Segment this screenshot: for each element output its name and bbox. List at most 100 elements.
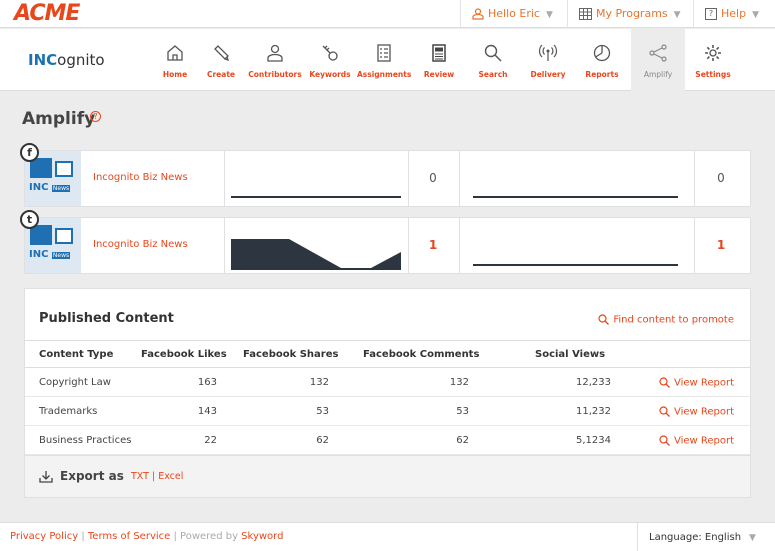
search-icon: [659, 406, 670, 417]
help-label: Help: [721, 7, 747, 20]
user-icon: [472, 8, 484, 20]
sparkline-2: [473, 264, 678, 266]
table-header: Content Type Facebook Likes Facebook Sha…: [25, 340, 750, 368]
nav-assignments-label: Assignments: [357, 70, 412, 79]
nav-create[interactable]: Create: [194, 29, 248, 91]
view-report-link[interactable]: View Report: [659, 406, 734, 418]
cell-comments: 132: [449, 377, 469, 388]
col-facebook-comments[interactable]: Facebook Comments: [363, 349, 479, 360]
col-social-views[interactable]: Social Views: [535, 349, 605, 360]
cell-shares: 62: [316, 435, 329, 446]
export-bar: Export as TXT | Excel: [25, 455, 750, 497]
thumb-label: INC News: [29, 249, 71, 260]
channel-name[interactable]: Incognito Biz News: [93, 172, 188, 183]
search-icon: [659, 377, 670, 388]
language-label: Language:: [649, 532, 702, 543]
view-report-label: View Report: [674, 435, 735, 447]
newspaper-icon: [55, 161, 73, 177]
view-report-link[interactable]: View Report: [659, 435, 734, 447]
sparkline-1: [231, 239, 401, 270]
brand-logo[interactable]: INCognito: [28, 51, 105, 69]
pie-chart-icon: [593, 44, 611, 62]
thumb-text: INC: [29, 249, 49, 260]
count-1: 0: [429, 171, 437, 185]
thumb-badge: News: [51, 185, 71, 192]
facebook-icon: f: [20, 143, 39, 162]
nav-create-label: Create: [206, 70, 236, 79]
terms-of-service-link[interactable]: Terms of Service: [88, 531, 170, 542]
nav-keywords[interactable]: Keywords: [303, 29, 357, 91]
cell-shares: 132: [309, 377, 329, 388]
view-report-label: View Report: [674, 406, 735, 418]
privacy-policy-link[interactable]: Privacy Policy: [10, 531, 78, 542]
nav-settings[interactable]: Settings: [686, 29, 740, 91]
main-nav: INCognito Home Create Contributors Keywo…: [0, 29, 775, 91]
help-menu[interactable]: ? Help ▼: [693, 0, 775, 28]
find-content-label: Find content to promote: [613, 314, 734, 326]
nav-keywords-label: Keywords: [309, 70, 351, 79]
export-txt-link[interactable]: TXT: [131, 471, 149, 482]
programs-menu[interactable]: My Programs ▼: [567, 0, 687, 28]
divider: [694, 151, 695, 206]
divider: [408, 151, 409, 206]
export-excel-link[interactable]: Excel: [158, 471, 183, 482]
nav-contributors[interactable]: Contributors: [248, 29, 302, 91]
cell-views: 12,233: [576, 377, 611, 388]
top-bar: ACME Hello Eric ▼ My Programs ▼ ? Help ▼: [0, 0, 775, 28]
col-content-type[interactable]: Content Type: [39, 349, 113, 360]
cell-type: Trademarks: [39, 406, 98, 417]
chevron-down-icon: ▼: [752, 10, 759, 20]
nav-reports-label: Reports: [585, 70, 619, 79]
divider: [459, 218, 460, 273]
export-separator: |: [151, 471, 156, 482]
footer: Privacy Policy | Terms of Service | Powe…: [0, 522, 775, 551]
powered-by-text: | Powered by: [170, 531, 242, 542]
nav-delivery[interactable]: Delivery: [521, 29, 575, 91]
find-content-link[interactable]: Find content to promote: [598, 314, 734, 326]
question-icon[interactable]: ?: [90, 111, 101, 122]
footer-links: Privacy Policy | Terms of Service | Powe…: [10, 531, 283, 542]
divider: [224, 218, 225, 273]
cell-likes: 143: [197, 406, 217, 417]
nav-contributors-label: Contributors: [248, 70, 302, 79]
channel-name[interactable]: Incognito Biz News: [93, 239, 188, 250]
table-row: Business Practices 22 62 62 5,1234 View …: [25, 426, 750, 455]
nav-settings-label: Settings: [695, 70, 731, 79]
pencil-icon: [214, 45, 230, 62]
thumb-badge: News: [51, 252, 71, 259]
chevron-down-icon: ▼: [749, 533, 756, 543]
view-report-label: View Report: [674, 377, 735, 389]
key-icon: [322, 45, 338, 61]
nav-delivery-label: Delivery: [530, 70, 566, 79]
nav-amplify[interactable]: Amplify: [631, 29, 685, 91]
language-selector[interactable]: Language: English ▼: [637, 523, 756, 551]
download-icon: [39, 471, 53, 483]
nav-reports[interactable]: Reports: [575, 29, 629, 91]
skyword-link[interactable]: Skyword: [241, 531, 283, 542]
brand-bold: INC: [28, 51, 58, 69]
footer-separator: |: [78, 531, 88, 542]
user-menu[interactable]: Hello Eric ▼: [460, 0, 568, 28]
cell-type: Copyright Law: [39, 377, 111, 388]
view-report-link[interactable]: View Report: [659, 377, 734, 389]
nav-review[interactable]: Review: [412, 29, 466, 91]
share-icon: [649, 44, 667, 62]
thumb-text: INC: [29, 182, 49, 193]
gear-icon: [705, 45, 721, 61]
nav-search[interactable]: Search: [466, 29, 520, 91]
published-content-title: Published Content: [39, 311, 174, 326]
cell-likes: 163: [197, 377, 217, 388]
divider: [408, 218, 409, 273]
col-facebook-likes[interactable]: Facebook Likes: [141, 349, 227, 360]
cell-shares: 53: [316, 406, 329, 417]
table-row: Copyright Law 163 132 132 12,233 View Re…: [25, 368, 750, 397]
twitter-icon: t: [20, 210, 39, 229]
acme-logo[interactable]: ACME: [14, 1, 80, 26]
nav-assignments[interactable]: Assignments: [357, 29, 411, 91]
home-icon: [167, 45, 183, 61]
col-facebook-shares[interactable]: Facebook Shares: [243, 349, 338, 360]
cell-type: Business Practices: [39, 435, 132, 446]
divider: [459, 151, 460, 206]
newspaper-icon: [55, 228, 73, 244]
export-formats: TXT | Excel: [131, 471, 183, 482]
